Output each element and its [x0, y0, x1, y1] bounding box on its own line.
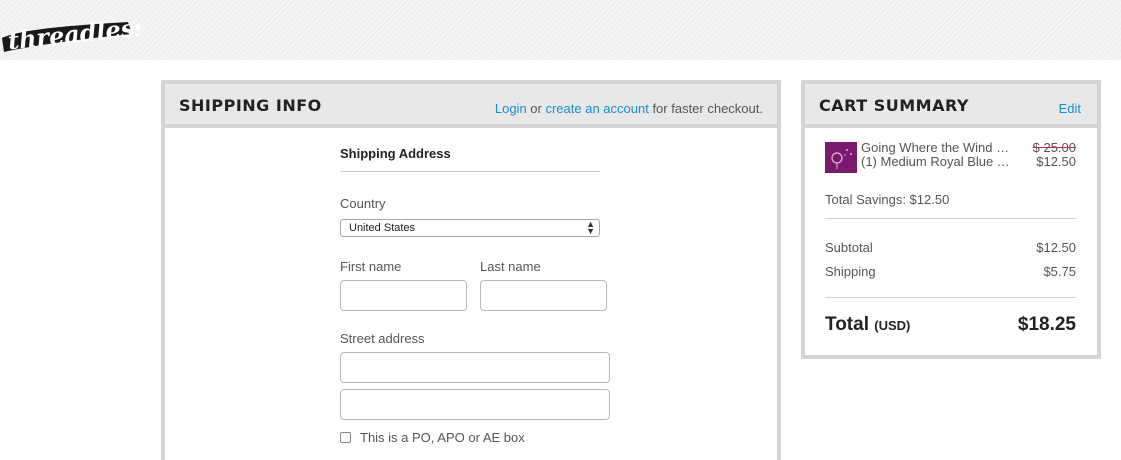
cart-summary-title: CART SUMMARY [819, 96, 969, 115]
shipping-info-title: SHIPPING INFO [179, 96, 322, 115]
shipping-info-panel: SHIPPING INFO Login or create an account… [161, 80, 781, 460]
faster-checkout-text: for faster checkout. [648, 101, 763, 116]
shipping-address-title: Shipping Address [340, 146, 600, 172]
cart-item-original-price: $ 25.00 [1032, 140, 1076, 155]
shipping-address-form: Shipping Address Country United States ▲… [340, 146, 610, 445]
last-name-label: Last name [480, 259, 541, 274]
first-name-label: First name [340, 259, 402, 274]
cart-item-name: Going Where the Wind Blows [861, 140, 1011, 155]
country-label: Country [340, 196, 386, 211]
street-address-label: Street address [340, 331, 425, 346]
cart-item-variant: (1) Medium Royal Blue Tee [861, 154, 1011, 169]
po-box-checkbox[interactable] [340, 432, 351, 443]
logo-text: threadless [7, 12, 140, 56]
select-arrows-icon: ▲ ▼ [586, 219, 595, 236]
top-banner: threadless [0, 0, 1121, 60]
currency-label: (USD) [874, 318, 911, 333]
total-label-text: Total [825, 314, 869, 335]
total-value: $18.25 [1017, 314, 1076, 335]
shipping-value: $5.75 [1043, 264, 1076, 279]
edit-cart-link[interactable]: Edit [1059, 101, 1081, 116]
country-select[interactable]: United States ▲ ▼ [340, 219, 600, 237]
cart-item-price: $12.50 [1036, 154, 1076, 169]
total-label: Total (USD) [825, 314, 910, 336]
total-savings: Total Savings: $12.50 [825, 192, 950, 207]
cart-summary-panel: CART SUMMARY Edit Going Where the Wind B… [801, 80, 1101, 359]
subtotal-label: Subtotal [825, 240, 873, 255]
street-address-line1-input[interactable] [340, 352, 610, 383]
country-select-value: United States [349, 222, 416, 234]
threadless-logo[interactable]: threadless [0, 8, 140, 56]
login-link[interactable]: Login [495, 101, 527, 116]
shipping-info-header: SHIPPING INFO Login or create an account… [165, 84, 777, 128]
po-box-row: This is a PO, APO or AE box [340, 430, 525, 445]
cart-body: Going Where the Wind Blows (1) Medium Ro… [825, 138, 1076, 335]
cart-item: Going Where the Wind Blows (1) Medium Ro… [825, 138, 1076, 174]
cart-summary-header: CART SUMMARY Edit [805, 84, 1097, 128]
first-name-input[interactable] [340, 280, 467, 311]
shipping-label: Shipping [825, 264, 876, 279]
or-text: or [526, 101, 546, 116]
product-thumbnail[interactable] [825, 142, 857, 173]
checkout-prompt: Login or create an account for faster ch… [495, 101, 763, 116]
subtotal-value: $12.50 [1036, 240, 1076, 255]
po-box-label: This is a PO, APO or AE box [360, 430, 525, 445]
divider [825, 218, 1076, 219]
create-account-link[interactable]: create an account [545, 101, 648, 116]
street-address-line2-input[interactable] [340, 389, 610, 420]
last-name-input[interactable] [480, 280, 607, 311]
divider [825, 297, 1076, 298]
